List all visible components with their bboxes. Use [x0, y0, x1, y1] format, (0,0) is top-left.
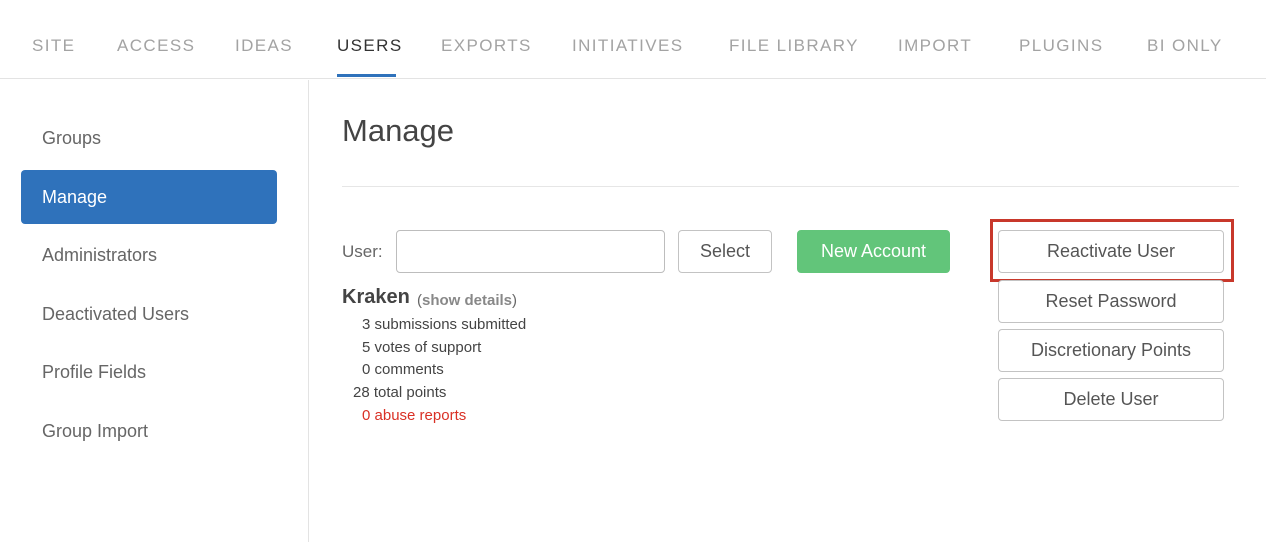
tab-initiatives[interactable]: INITIATIVES — [572, 36, 683, 56]
sidebar-item-profile-fields[interactable]: Profile Fields — [21, 345, 277, 399]
select-button[interactable]: Select — [678, 230, 772, 273]
stat-votes: 5 votes of support — [362, 339, 482, 356]
new-account-button[interactable]: New Account — [797, 230, 950, 273]
user-name: Kraken — [342, 286, 410, 308]
sidebar: Groups Manage Administrators Deactivated… — [0, 80, 309, 542]
divider — [342, 186, 1239, 187]
stat-submissions: 3 submissions submitted — [362, 316, 527, 333]
sidebar-item-groups[interactable]: Groups — [21, 111, 277, 165]
tab-site[interactable]: SITE — [32, 36, 75, 56]
tab-exports[interactable]: EXPORTS — [441, 36, 532, 56]
sidebar-item-deactivated-users[interactable]: Deactivated Users — [21, 287, 277, 341]
tab-import[interactable]: IMPORT — [898, 36, 972, 56]
discretionary-points-button[interactable]: Discretionary Points — [998, 329, 1224, 372]
sidebar-item-manage[interactable]: Manage — [21, 170, 277, 224]
active-tab-indicator — [337, 74, 396, 77]
tab-access[interactable]: ACCESS — [117, 36, 195, 56]
tab-ideas[interactable]: IDEAS — [235, 36, 293, 56]
top-navigation: SITE ACCESS IDEAS USERS EXPORTS INITIATI… — [0, 0, 1266, 79]
show-details-close-paren: ) — [512, 292, 518, 309]
sidebar-item-administrators[interactable]: Administrators — [21, 228, 277, 282]
tab-users[interactable]: USERS — [337, 36, 403, 56]
reset-password-button[interactable]: Reset Password — [998, 280, 1224, 323]
tab-file-library[interactable]: FILE LIBRARY — [729, 36, 859, 56]
delete-user-button[interactable]: Delete User — [998, 378, 1224, 421]
tab-bi-only[interactable]: BI ONLY — [1147, 36, 1223, 56]
user-field-label: User: — [342, 242, 383, 261]
tab-plugins[interactable]: PLUGINS — [1019, 36, 1103, 56]
reactivate-user-button[interactable]: Reactivate User — [998, 230, 1224, 273]
page-title: Manage — [342, 113, 455, 148]
user-search-input[interactable] — [396, 230, 665, 273]
show-details-wrapper: (show details) — [417, 292, 517, 309]
stat-abuse-reports[interactable]: 0 abuse reports — [362, 407, 466, 424]
show-details-link[interactable]: show details — [422, 292, 512, 309]
stat-comments: 0 comments — [362, 361, 444, 378]
stat-total-points: 28 total points — [353, 384, 447, 401]
sidebar-item-group-import[interactable]: Group Import — [21, 404, 277, 458]
